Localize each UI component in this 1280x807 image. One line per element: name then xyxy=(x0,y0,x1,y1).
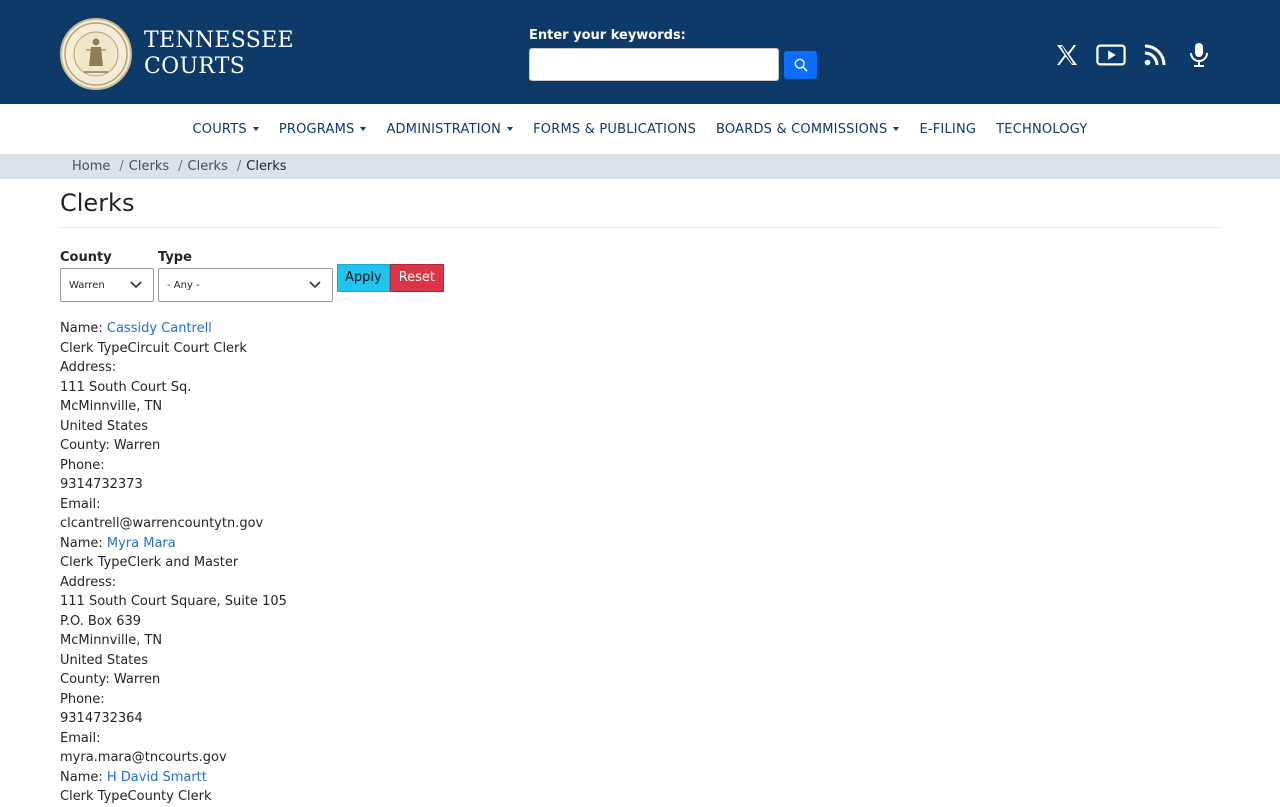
chevron-down-icon xyxy=(130,281,142,289)
breadcrumb-clerks-2[interactable]: Clerks xyxy=(188,159,228,174)
nav-item-boards-commissions[interactable]: BOARDS & COMMISSIONS xyxy=(706,122,909,137)
clerk-type: Clerk TypeCircuit Court Clerk xyxy=(60,340,247,356)
nav-item-e-filing[interactable]: E-FILING xyxy=(909,122,986,137)
breadcrumb-separator: / xyxy=(178,159,183,174)
x-icon[interactable] xyxy=(1052,40,1082,70)
county-line: County: Warren xyxy=(60,438,161,453)
nav-item-technology[interactable]: TECHNOLOGY xyxy=(986,122,1097,137)
reset-button[interactable]: Reset xyxy=(389,264,445,292)
nav-item-programs[interactable]: PROGRAMS xyxy=(269,122,377,137)
type-select[interactable]: - Any - xyxy=(158,268,333,302)
phone-value: 9314732373 xyxy=(60,477,143,492)
county-line: County: Warren xyxy=(60,672,161,687)
email-value: clcantrell@warrencountytn.gov xyxy=(60,516,264,531)
address-line: 111 South Court Sq. xyxy=(60,379,192,395)
apply-button[interactable]: Apply xyxy=(337,264,390,292)
breadcrumb-clerks-1[interactable]: Clerks xyxy=(129,159,169,174)
logo-title-line1: TENNESSEE xyxy=(144,28,294,53)
judiciary-seal-icon xyxy=(60,18,132,90)
logo-title-line2: COURTS xyxy=(144,54,246,79)
address-line: 111 South Court Square, Suite 105 xyxy=(60,594,287,609)
main-content: Clerks County Warren Type - Any - Apply … xyxy=(0,189,1280,807)
email-label: Email: xyxy=(60,730,101,746)
caret-down-icon xyxy=(507,127,514,131)
caret-down-icon xyxy=(360,127,367,131)
county-select-value: Warren xyxy=(69,279,105,291)
county-label: County xyxy=(60,250,112,265)
clerk-results: Name: Cassidy Cantrell Clerk TypeCircuit… xyxy=(60,319,1220,807)
clerk-type: Clerk TypeCounty Clerk xyxy=(60,789,212,804)
breadcrumb-separator: / xyxy=(236,159,242,174)
address-label: Address: xyxy=(60,574,117,590)
caret-down-icon xyxy=(252,127,259,131)
filter-form: County Warren Type - Any - Apply Reset xyxy=(60,250,1220,302)
type-select-value: - Any - xyxy=(167,279,200,291)
nav-item-administration[interactable]: ADMINISTRATION xyxy=(376,122,523,137)
youtube-icon[interactable] xyxy=(1096,40,1126,70)
email-value: myra.mara@tncourts.gov xyxy=(60,750,227,765)
clerk-name-link[interactable]: Cassidy Cantrell xyxy=(107,321,212,336)
breadcrumb-home[interactable]: Home xyxy=(72,159,110,174)
search-icon xyxy=(794,58,807,71)
caret-down-icon xyxy=(893,127,900,131)
clerk-name-link[interactable]: H David Smartt xyxy=(107,770,207,785)
search-input[interactable] xyxy=(529,48,779,81)
clerk-entry: Name: H David Smartt Clerk TypeCounty Cl… xyxy=(60,768,1220,807)
address-line: McMinnville, TN xyxy=(60,633,163,648)
site-header: TENNESSEE COURTS Enter your keywords: xyxy=(0,0,1280,104)
address-line: McMinnville, TN xyxy=(60,399,163,414)
nav-item-courts[interactable]: COURTS xyxy=(183,122,269,137)
county-select[interactable]: Warren xyxy=(60,268,154,302)
clerk-entry: Name: Myra Mara Clerk TypeClerk and Mast… xyxy=(60,534,1220,768)
clerk-name-link[interactable]: Myra Mara xyxy=(107,536,176,551)
address-line: United States xyxy=(60,418,149,434)
phone-label: Phone: xyxy=(60,691,105,707)
search-form: Enter your keywords: xyxy=(529,28,817,81)
email-label: Email: xyxy=(60,496,101,512)
type-label: Type xyxy=(158,250,192,265)
rss-icon[interactable] xyxy=(1140,40,1170,70)
phone-label: Phone: xyxy=(60,457,105,473)
chevron-down-icon xyxy=(309,281,321,289)
search-label: Enter your keywords: xyxy=(529,28,686,43)
phone-value: 9314732364 xyxy=(60,711,143,726)
site-logo[interactable]: TENNESSEE COURTS xyxy=(60,18,294,90)
address-line: United States xyxy=(60,652,149,668)
clerk-entry: Name: Cassidy Cantrell Clerk TypeCircuit… xyxy=(60,319,1220,534)
page-title: Clerks xyxy=(60,189,1220,228)
clerk-type: Clerk TypeClerk and Master xyxy=(60,555,239,570)
search-button[interactable] xyxy=(784,50,817,79)
social-links xyxy=(1052,40,1214,70)
breadcrumb-current: Clerks xyxy=(246,159,287,174)
breadcrumb-separator: / xyxy=(119,159,124,174)
podcast-microphone-icon[interactable] xyxy=(1184,40,1214,70)
address-line: P.O. Box 639 xyxy=(60,613,142,629)
main-nav: COURTS PROGRAMS ADMINISTRATION FORMS & P… xyxy=(0,104,1280,154)
address-label: Address: xyxy=(60,360,117,375)
nav-item-forms-publications[interactable]: FORMS & PUBLICATIONS xyxy=(523,122,706,137)
breadcrumb: Home / Clerks / Clerks / Clerks xyxy=(0,154,1280,179)
